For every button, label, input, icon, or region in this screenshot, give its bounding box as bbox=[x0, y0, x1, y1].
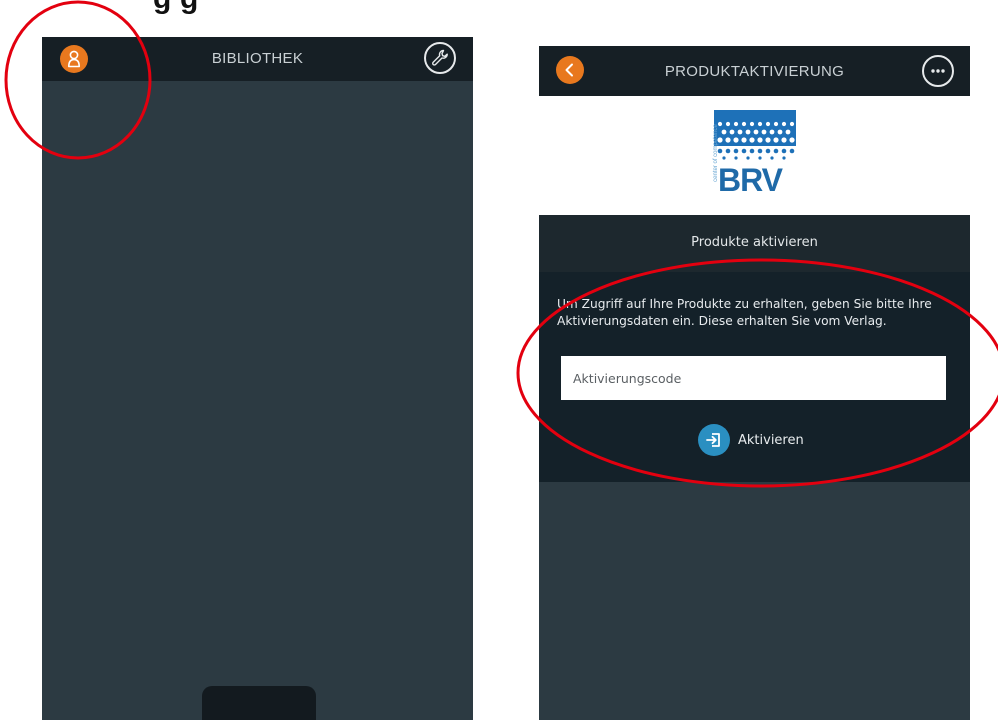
wrench-icon bbox=[432, 49, 448, 66]
library-screen: BIBLIOTHEK bbox=[42, 37, 473, 720]
activation-panel: Um Zugriff auf Ihre Produkte zu erhalten… bbox=[539, 272, 970, 482]
screenshot-page: g g BIBLIOTHEK bbox=[0, 0, 998, 720]
logo-wordmark: BRV bbox=[718, 162, 783, 198]
more-options-button[interactable] bbox=[922, 55, 954, 87]
section-title: Produkte aktivieren bbox=[691, 235, 818, 250]
brv-logo-pattern bbox=[714, 110, 796, 160]
bottom-tab-handle[interactable] bbox=[202, 686, 316, 720]
login-arrow-icon bbox=[698, 424, 730, 456]
activate-button-label: Aktivieren bbox=[738, 432, 804, 448]
brv-logo: center of competence BRV bbox=[692, 110, 806, 202]
publisher-logo-area: center of competence BRV bbox=[539, 96, 970, 215]
settings-button[interactable] bbox=[424, 42, 456, 74]
activate-button[interactable]: Aktivieren bbox=[698, 424, 804, 456]
library-title: BIBLIOTHEK bbox=[211, 50, 304, 67]
activation-topbar: PRODUKTAKTIVIERUNG bbox=[539, 46, 970, 96]
more-dots-icon bbox=[931, 69, 945, 73]
library-topbar: BIBLIOTHEK bbox=[42, 37, 473, 81]
activation-code-input[interactable] bbox=[561, 356, 946, 400]
activation-title: PRODUKTAKTIVIERUNG bbox=[664, 63, 845, 80]
section-header: Produkte aktivieren bbox=[539, 215, 970, 272]
cropped-heading-text: g g bbox=[153, 0, 199, 16]
activation-instructions: Um Zugriff auf Ihre Produkte zu erhalten… bbox=[557, 297, 932, 328]
product-activation-screen: PRODUKTAKTIVIERUNG center of competence … bbox=[539, 46, 970, 720]
